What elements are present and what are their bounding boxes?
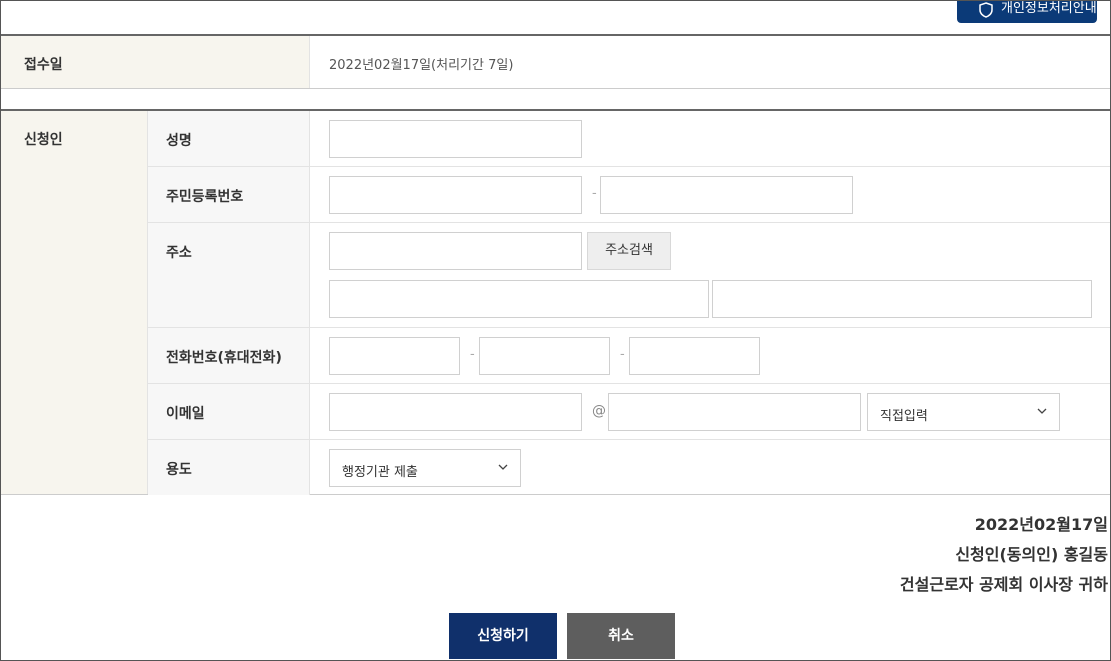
address-row: 주소 주소검색 <box>148 223 1110 328</box>
submit-button[interactable]: 신청하기 <box>449 613 557 659</box>
email-domain-input[interactable] <box>608 393 861 431</box>
applicant-section-header: 신청인 <box>1 111 148 494</box>
signature-date: 2022년02월17일 <box>974 515 1108 534</box>
receipt-date-row: 접수일 2022년02월17일(처리기간 7일) <box>1 34 1110 89</box>
signature-recipient: 건설근로자 공제회 이사장 귀하 <box>899 575 1108 594</box>
phone-label: 전화번호(휴대전화) <box>166 350 282 366</box>
address-detail-input[interactable] <box>712 280 1092 318</box>
cancel-button[interactable]: 취소 <box>567 613 675 659</box>
rrn-first-input[interactable] <box>329 176 582 214</box>
address-search-button[interactable]: 주소검색 <box>587 232 671 270</box>
phone-row: 전화번호(휴대전화) - - <box>148 328 1110 384</box>
purpose-select-value: 행정기관 제출 <box>342 465 418 480</box>
email-label: 이메일 <box>166 406 205 422</box>
privacy-info-button[interactable]: 개인정보처리안내 <box>957 1 1097 23</box>
address-label-cell: 주소 <box>148 223 310 327</box>
rrn-label: 주민등록번호 <box>166 189 244 205</box>
receipt-date-label: 접수일 <box>24 57 63 73</box>
email-label-cell: 이메일 <box>148 384 310 439</box>
chevron-down-icon <box>498 464 508 470</box>
applicant-table: 신청인 성명 주민등록번호 - 주소 주소검색 전화번호(휴대전화) - - 이… <box>1 109 1110 495</box>
receipt-date-header: 접수일 <box>1 36 310 88</box>
email-at-sign: @ <box>592 403 606 419</box>
receipt-date-value: 2022년02월17일(처리기간 7일) <box>329 58 514 73</box>
name-label-cell: 성명 <box>148 111 310 166</box>
phone-separator-2: - <box>620 347 625 362</box>
shield-icon <box>979 2 993 18</box>
email-local-input[interactable] <box>329 393 582 431</box>
phone-second-input[interactable] <box>479 337 610 375</box>
address-label: 주소 <box>166 245 192 261</box>
phone-first-input[interactable] <box>329 337 460 375</box>
privacy-info-label: 개인정보처리안내 <box>1001 1 1097 16</box>
purpose-select[interactable]: 행정기관 제출 <box>329 449 521 487</box>
form-frame: 개인정보처리안내 접수일 2022년02월17일(처리기간 7일) 신청인 성명… <box>0 0 1111 661</box>
phone-label-cell: 전화번호(휴대전화) <box>148 328 310 383</box>
email-domain-select[interactable]: 직접입력 <box>867 393 1060 431</box>
rrn-row: 주민등록번호 - <box>148 167 1110 223</box>
rrn-second-input[interactable] <box>600 176 853 214</box>
purpose-label: 용도 <box>166 462 192 478</box>
postcode-input[interactable] <box>329 232 582 270</box>
signature-applicant: 신청인(동의인) 홍길동 <box>955 545 1108 564</box>
rrn-label-cell: 주민등록번호 <box>148 167 310 222</box>
applicant-section-label: 신청인 <box>24 132 63 148</box>
name-label: 성명 <box>166 133 192 149</box>
email-row: 이메일 @ 직접입력 <box>148 384 1110 440</box>
purpose-row: 용도 행정기관 제출 <box>148 440 1110 495</box>
email-domain-select-value: 직접입력 <box>880 409 928 424</box>
rrn-separator: - <box>592 186 597 201</box>
address-main-input[interactable] <box>329 280 709 318</box>
phone-separator-1: - <box>470 347 475 362</box>
name-row: 성명 <box>148 111 1110 167</box>
purpose-label-cell: 용도 <box>148 440 310 495</box>
chevron-down-icon <box>1037 408 1047 414</box>
phone-third-input[interactable] <box>629 337 760 375</box>
name-input[interactable] <box>329 120 582 158</box>
